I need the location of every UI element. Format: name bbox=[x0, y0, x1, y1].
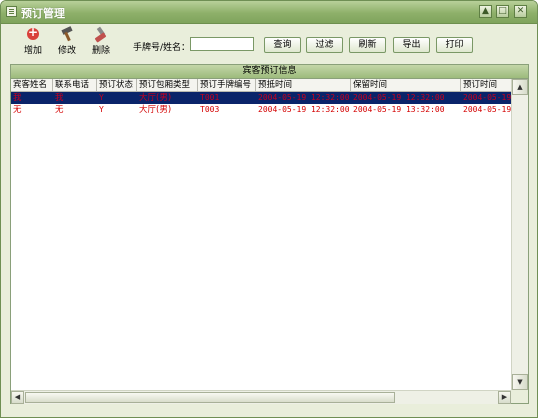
search-label: 手牌号/姓名： bbox=[133, 43, 191, 53]
query-button[interactable]: 查询 bbox=[264, 37, 301, 53]
arrival-time-cell: 2004-05-19 12:32:00 bbox=[258, 93, 350, 102]
scroll-left-icon[interactable]: ◀ bbox=[11, 391, 24, 404]
filter-button[interactable]: 过滤 bbox=[306, 37, 343, 53]
refresh-button[interactable]: 刷新 bbox=[349, 37, 386, 53]
column-header[interactable]: 预订包厢类型 bbox=[137, 79, 198, 91]
title-bar[interactable]: 预订管理 ▲ □ ✕ bbox=[1, 1, 537, 24]
scroll-right-icon[interactable]: ▶ bbox=[498, 391, 511, 404]
window-title: 预订管理 bbox=[21, 7, 65, 20]
grid-title: 宾客预订信息 bbox=[11, 65, 528, 79]
column-header[interactable]: 联系电话 bbox=[53, 79, 97, 91]
tag-number-cell: T001 bbox=[200, 93, 220, 102]
guest-name-cell: 无 bbox=[13, 105, 22, 115]
booking-time-cell: 2004-05-19 bbox=[463, 105, 511, 114]
search-input[interactable] bbox=[190, 37, 254, 51]
room-type-cell: 大厅(男) bbox=[139, 105, 172, 115]
horizontal-scroll-thumb[interactable] bbox=[25, 392, 395, 403]
add-label: 增加 bbox=[23, 46, 42, 56]
print-button[interactable]: 打印 bbox=[436, 37, 473, 53]
vertical-scrollbar[interactable]: ▲ ▼ bbox=[511, 79, 528, 390]
column-header[interactable]: 预订手牌编号 bbox=[198, 79, 256, 91]
column-header[interactable]: 预订状态 bbox=[97, 79, 137, 91]
add-button[interactable]: 增加 bbox=[20, 25, 46, 59]
table-row[interactable]: 无 无 Y 大厅(男) T003 2004-05-19 12:32:00 200… bbox=[11, 104, 511, 116]
minimize-icon[interactable]: ▲ bbox=[479, 5, 492, 18]
window-icon bbox=[6, 6, 17, 17]
maximize-icon[interactable]: □ bbox=[496, 5, 509, 18]
export-button[interactable]: 导出 bbox=[393, 37, 430, 53]
hold-time-cell: 2004-05-19 13:32:00 bbox=[353, 105, 445, 114]
edit-button[interactable]: 修改 bbox=[54, 27, 80, 59]
eraser-icon bbox=[94, 27, 108, 41]
add-icon bbox=[26, 25, 40, 41]
scroll-up-icon[interactable]: ▲ bbox=[512, 79, 528, 95]
grid-header: 宾客姓名 联系电话 预订状态 预订包厢类型 预订手牌编号 预抵时间 保留时间 预… bbox=[11, 79, 511, 92]
reservation-window: 预订管理 ▲ □ ✕ 增加 修改 删除 手牌号/姓名： 查询 过滤 刷新 导出 … bbox=[0, 0, 538, 418]
tag-number-cell: T003 bbox=[200, 105, 220, 114]
column-header[interactable]: 宾客姓名 bbox=[11, 79, 53, 91]
toolbar: 增加 修改 删除 手牌号/姓名： 查询 过滤 刷新 导出 打印 bbox=[1, 24, 537, 62]
horizontal-scrollbar[interactable]: ◀ ▶ bbox=[11, 390, 511, 404]
scroll-corner bbox=[511, 390, 528, 403]
delete-button[interactable]: 删除 bbox=[88, 27, 114, 59]
column-header[interactable]: 保留时间 bbox=[351, 79, 461, 91]
hammer-icon bbox=[60, 27, 74, 41]
close-icon[interactable]: ✕ bbox=[514, 5, 527, 18]
scroll-down-icon[interactable]: ▼ bbox=[512, 374, 528, 390]
guest-name-cell: 我 bbox=[13, 93, 22, 103]
booking-time-cell: 2004-05-19 bbox=[463, 93, 511, 102]
status-cell: Y bbox=[99, 93, 104, 102]
status-cell: Y bbox=[99, 105, 104, 114]
arrival-time-cell: 2004-05-19 12:32:00 bbox=[258, 105, 350, 114]
phone-cell: 我 bbox=[55, 93, 64, 103]
reservation-grid: 宾客预订信息 宾客姓名 联系电话 预订状态 预订包厢类型 预订手牌编号 预抵时间… bbox=[10, 64, 529, 404]
room-type-cell: 大厅(男) bbox=[139, 93, 172, 103]
column-header[interactable]: 预抵时间 bbox=[256, 79, 351, 91]
hold-time-cell: 2004-05-19 12:32:00 bbox=[353, 93, 445, 102]
edit-label: 修改 bbox=[57, 46, 76, 56]
table-row-selected[interactable]: 我 我 Y 大厅(男) T001 2004-05-19 12:32:00 200… bbox=[11, 92, 511, 104]
delete-label: 删除 bbox=[91, 46, 110, 56]
phone-cell: 无 bbox=[55, 105, 64, 115]
column-header[interactable]: 预订时间 bbox=[461, 79, 511, 91]
